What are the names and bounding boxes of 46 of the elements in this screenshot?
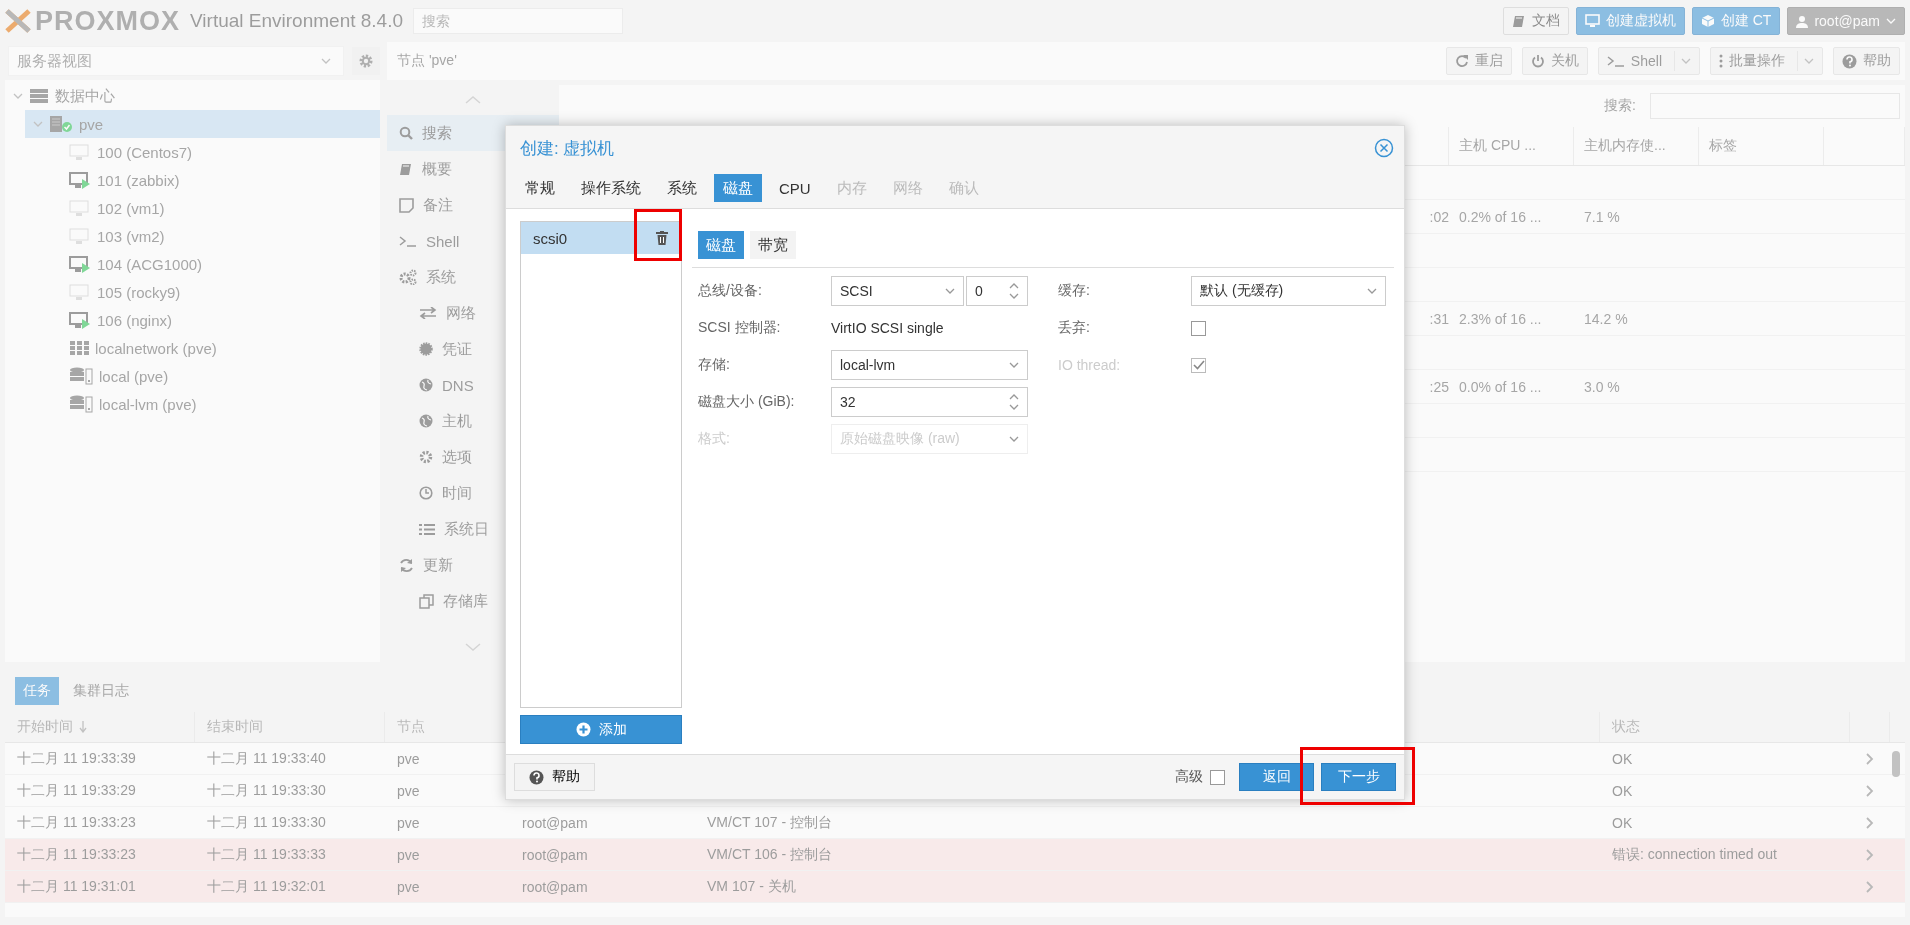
- table-cell-text: root@pam: [521, 877, 589, 897]
- field-label: 丢弃:: [1058, 319, 1091, 337]
- table-cell-text: OK: [1611, 749, 1634, 769]
- search-label: 搜索:: [1604, 97, 1636, 115]
- product-version: Virtual Environment 8.4.0: [190, 10, 404, 32]
- table-cell-text: VM/CT 107 - 控制台: [706, 812, 833, 832]
- table-cell-text: 错误: connection timed out: [1611, 844, 1778, 864]
- table-cell-text: 十二月 11 19:33:23: [16, 844, 137, 864]
- table-cell-text: pve: [396, 813, 421, 833]
- table-cell-text: 十二月 11 19:33:40: [206, 748, 327, 768]
- table-cell-text: pve: [396, 781, 421, 801]
- table-cell-text: 3.0 %: [1583, 378, 1621, 395]
- table-cell-text: VM 107 - 关机: [706, 876, 797, 896]
- table-cell-text: 7.1 %: [1583, 208, 1621, 225]
- table-cell-text: pve: [396, 749, 421, 769]
- table-cell-text: 十二月 11 19:33:30: [206, 812, 327, 832]
- table-cell-text: 十二月 11 19:31:01: [16, 876, 137, 896]
- table-cell-text: VM/CT 106 - 控制台: [706, 844, 833, 864]
- table-cell-text: 2.3% of 16 ...: [1458, 310, 1543, 327]
- table-cell-text: 十二月 11 19:32:01: [206, 876, 327, 896]
- table-cell-text: OK: [1611, 781, 1634, 801]
- table-cell-text: 十二月 11 19:33:30: [206, 780, 327, 800]
- table-cell-text: root@pam: [521, 813, 589, 833]
- field-label: 存储:: [698, 356, 731, 374]
- table-cell-text: 14.2 %: [1583, 310, 1629, 327]
- table-cell-text: OK: [1611, 813, 1634, 833]
- table-cell-text: :02: [1428, 208, 1449, 225]
- table-cell-text: 十二月 11 19:33:29: [16, 780, 137, 800]
- table-cell-text: :25: [1428, 378, 1449, 395]
- logo: PROXMOX: [35, 5, 181, 37]
- table-cell-text: 十二月 11 19:33:39: [16, 748, 137, 768]
- table-cell-text: pve: [396, 845, 421, 865]
- table-cell-text: 十二月 11 19:33:23: [16, 812, 137, 832]
- field-label: 总线/设备:: [698, 282, 763, 300]
- table-cell-text: root@pam: [521, 845, 589, 865]
- field-label: SCSI 控制器:: [698, 319, 782, 337]
- field-label: 缓存:: [1058, 282, 1091, 300]
- field-value: VirtIO SCSI single: [831, 320, 944, 336]
- advanced-label: 高级: [1175, 768, 1203, 786]
- table-cell-text: 0.2% of 16 ...: [1458, 208, 1543, 225]
- table-cell-text: pve: [396, 877, 421, 897]
- table-cell-text: 十二月 11 19:33:33: [206, 844, 327, 864]
- table-cell-text: 0.0% of 16 ...: [1458, 378, 1543, 395]
- field-label: 磁盘大小 (GiB):: [698, 393, 796, 411]
- panel-title: 节点 'pve': [397, 52, 457, 70]
- table-cell-text: :31: [1428, 310, 1449, 327]
